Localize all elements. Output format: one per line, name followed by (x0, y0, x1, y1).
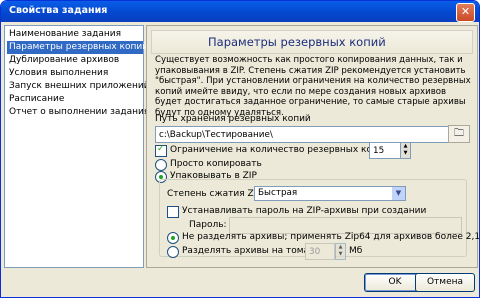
chevron-down-icon: ▼ (392, 187, 405, 200)
title-bar: Свойства задания ✕ (1, 1, 479, 22)
sidebar-item-report[interactable]: Отчет о выполнении задания (7, 106, 149, 119)
window-title: Свойства задания (9, 5, 108, 16)
browse-folder-button[interactable]: 🗀 (448, 125, 470, 143)
compression-select[interactable]: Быстрая ▼ (254, 186, 406, 201)
spin-down-icon: ▼ (338, 251, 343, 257)
path-input[interactable] (155, 126, 449, 143)
password-checkbox[interactable] (167, 206, 179, 218)
spin-down-icon: ▼ (403, 150, 408, 156)
mode-copy-label: Просто копировать (170, 159, 262, 169)
path-label: Путь хранения резервных копий (155, 114, 311, 124)
compression-value: Быстрая (258, 188, 298, 198)
sidebar-item-task-name[interactable]: Наименование задания (7, 28, 143, 41)
sidebar-item-backup-settings[interactable]: Параметры резервных копий (7, 41, 148, 54)
cancel-button[interactable]: Отмена (415, 273, 475, 292)
spin-up-icon: ▲ (403, 143, 408, 149)
split-volumes-radio[interactable] (167, 246, 179, 258)
properties-dialog: Свойства задания ✕ Наименование задания … (0, 0, 480, 298)
limit-label: Ограничение на количество резервных копи… (170, 145, 390, 155)
split-none-label: Не разделять архивы; применять Zip64 для… (182, 232, 480, 242)
volume-size-input[interactable] (305, 243, 335, 260)
limit-spinner[interactable]: ▲ ▼ (400, 142, 411, 159)
password-label: Пароль: (189, 220, 227, 230)
limit-count-input[interactable] (369, 142, 403, 159)
sidebar-item-run-conditions[interactable]: Условия выполнения (7, 67, 143, 80)
settings-panel: Параметры резервных копий Существует воз… (146, 25, 480, 268)
spin-up-icon: ▲ (338, 244, 343, 250)
sidebar-item-external-apps[interactable]: Запуск внешних приложений (7, 80, 150, 93)
panel-header: Параметры резервных копий (151, 30, 473, 54)
folder-icon: 🗀 (454, 128, 464, 139)
limit-checkbox[interactable] (155, 144, 167, 157)
sidebar-item-schedule[interactable]: Расписание (7, 93, 143, 106)
sidebar-nav: Наименование задания Параметры резервных… (4, 25, 150, 268)
split-none-radio[interactable] (167, 232, 179, 244)
close-button[interactable]: ✕ (456, 3, 475, 22)
panel-heading: Параметры резервных копий (208, 35, 386, 49)
password-checkbox-label: Устанавливать пароль на ZIP-архивы при с… (182, 206, 427, 216)
split-volumes-label: Разделять архивы на тома по (182, 246, 324, 256)
panel-description: Существует возможность как простого копи… (155, 55, 471, 118)
volume-size-unit: Мб (349, 246, 363, 256)
mode-copy-radio[interactable] (155, 159, 167, 171)
volume-size-spinner[interactable]: ▲ ▼ (335, 243, 346, 260)
sidebar-item-archive-duplication[interactable]: Дублирование архивов (7, 54, 143, 67)
compression-label: Степень сжатия ZIP (167, 189, 262, 199)
